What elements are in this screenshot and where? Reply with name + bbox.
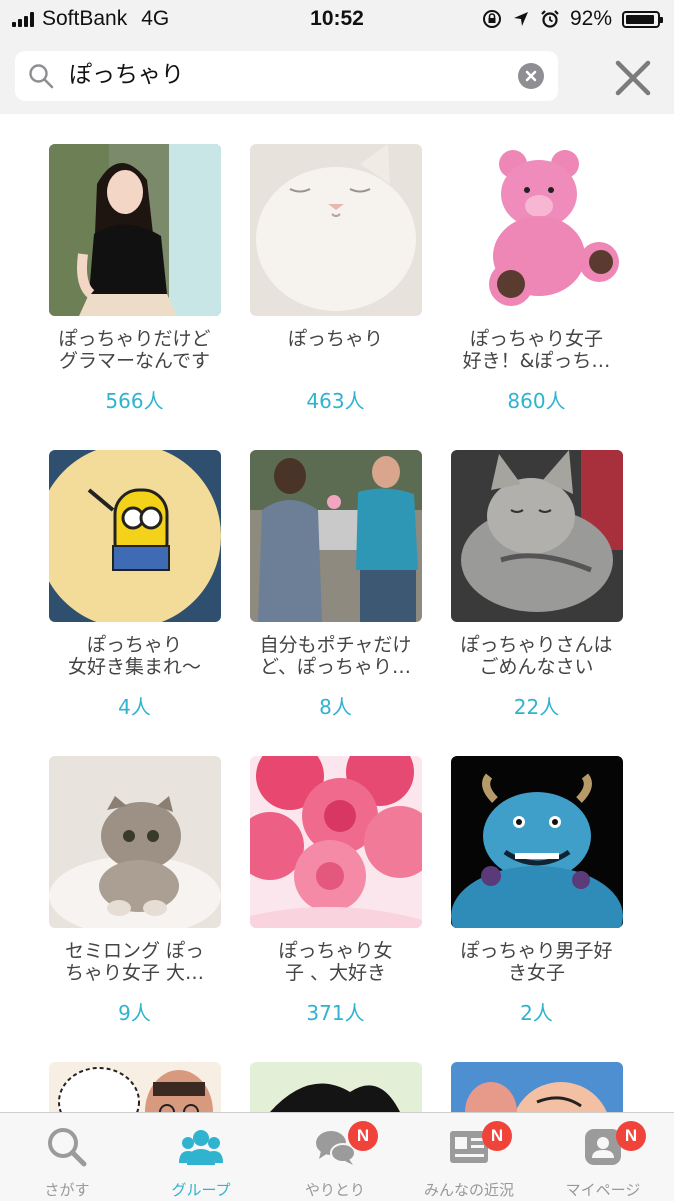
tab-group[interactable]: グループ [134,1113,268,1201]
member-count: 8人 [319,695,352,719]
tab-label: マイページ [565,1181,641,1199]
tab-messages[interactable]: N やりとり [268,1113,402,1201]
group-name: ぽっちゃり [287,328,383,350]
search-query: ぽっちゃり [69,62,184,88]
anime-character-photo [250,1062,422,1112]
tab-bar: さがす グループ N やりとり N みんなの近況 N マイページ [0,1112,674,1201]
cartoon-character-photo [451,1062,623,1112]
tabby-kitten-photo [451,450,623,622]
new-badge: N [348,1121,378,1151]
member-count: 860人 [507,389,566,413]
status-bar: SoftBank 4G 10:52 92% [0,0,674,38]
scottish-fold-cat-photo [49,756,221,928]
tab-label: グループ [171,1181,231,1199]
member-count: 371人 [306,1001,365,1025]
pink-teddy-bear-photo [451,144,623,316]
member-count: 463人 [306,389,365,413]
tab-mypage[interactable]: N マイページ [536,1113,670,1201]
rotation-lock-icon [482,10,501,28]
group-icon [179,1130,223,1165]
clear-search-button[interactable] [518,63,544,89]
group-name: ぽっちゃり女 子 、大好き [278,940,393,984]
new-badge: N [482,1121,512,1151]
clear-x-icon [525,70,537,82]
white-cat-photo [250,144,422,316]
group-name: ぽっちゃり男子好 き女子 [460,940,613,984]
manga-panel-photo [49,1062,221,1112]
pink-roses-photo [250,756,422,928]
group-results-grid: ぽっちゃりだけど グラマーなんです 566人 ぽっちゃり 463人 ぽっちゃり女… [0,114,674,1112]
group-name: 自分もポチャだけ ど、ぽっちゃり… [259,634,412,678]
tab-news[interactable]: N みんなの近況 [402,1113,536,1201]
tab-label: やりとり [304,1181,365,1199]
sulley-monster-photo [451,756,623,928]
minion-cookie-photo [49,450,221,622]
member-count: 22人 [513,695,560,719]
group-name: セミロング ぽっ ちゃり女子 大… [64,940,205,984]
search-icon [29,64,54,89]
location-arrow-icon [513,12,528,26]
tab-label: みんなの近況 [423,1181,514,1199]
search-header: ぽっちゃり [0,38,674,114]
group-name: ぽっちゃり 女好き集まれ〜 [67,634,201,678]
close-icon[interactable] [614,59,652,97]
battery-icon [622,10,663,28]
member-count: 4人 [118,695,151,719]
new-badge: N [616,1121,646,1151]
search-input[interactable]: ぽっちゃり [15,51,558,101]
group-name: ぽっちゃり女子 好き！&ぽっち… [462,328,611,372]
member-count: 9人 [118,1001,151,1025]
woman-photo [49,144,221,316]
group-name: ぽっちゃりだけど グラマーなんです [58,328,211,372]
member-count: 566人 [105,389,164,413]
group-name: ぽっちゃりさんは ごめんなさい [460,634,613,678]
alarm-icon [541,10,559,28]
battery-percentage: 92% [569,7,612,30]
street-couple-photo [250,450,422,622]
search-icon [48,1128,87,1167]
tab-search[interactable]: さがす [0,1113,134,1201]
member-count: 2人 [520,1001,553,1025]
tab-label: さがす [44,1181,90,1199]
